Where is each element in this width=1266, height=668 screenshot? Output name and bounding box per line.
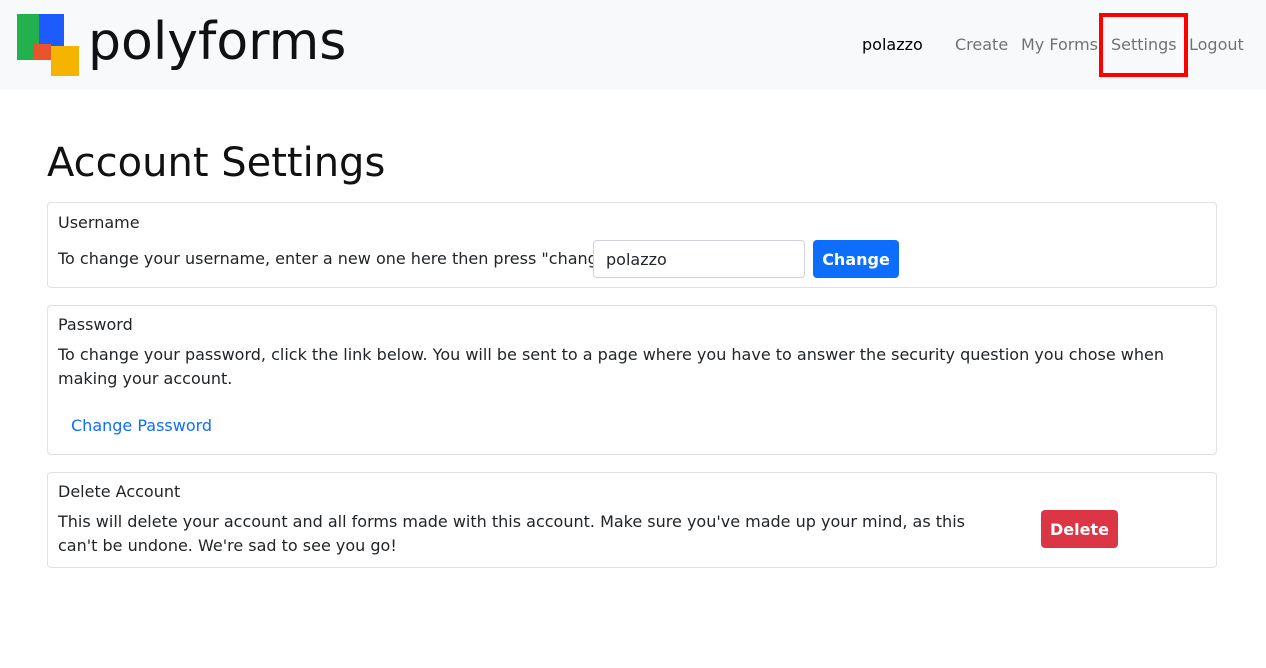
nav-logout-link[interactable]: Logout xyxy=(1189,34,1244,56)
brand-name[interactable]: polyforms xyxy=(88,4,346,80)
nav-settings-link[interactable]: Settings xyxy=(1111,34,1177,56)
nav-create-link[interactable]: Create xyxy=(955,34,1008,56)
top-navbar: polyforms polazzo Create My Forms Settin… xyxy=(0,0,1266,89)
polyforms-logo-icon[interactable] xyxy=(17,14,79,76)
delete-account-card: Delete Account This will delete your acc… xyxy=(47,472,1217,568)
current-username: polazzo xyxy=(862,35,923,54)
username-description: To change your username, enter a new one… xyxy=(58,249,616,268)
delete-account-button[interactable]: Delete xyxy=(1041,510,1118,548)
page-title: Account Settings xyxy=(47,140,386,186)
password-card: Password To change your password, click … xyxy=(47,305,1217,455)
username-heading: Username xyxy=(58,213,140,232)
change-username-button[interactable]: Change xyxy=(813,240,899,278)
password-description: To change your password, click the link … xyxy=(58,345,1164,388)
delete-heading: Delete Account xyxy=(58,482,181,501)
username-card: Username To change your username, enter … xyxy=(47,202,1217,288)
delete-description: This will delete your account and all fo… xyxy=(58,512,965,555)
change-password-link[interactable]: Change Password xyxy=(71,415,212,437)
password-heading: Password xyxy=(58,315,133,334)
nav-my-forms-link[interactable]: My Forms xyxy=(1021,34,1098,56)
username-input[interactable] xyxy=(593,240,805,278)
